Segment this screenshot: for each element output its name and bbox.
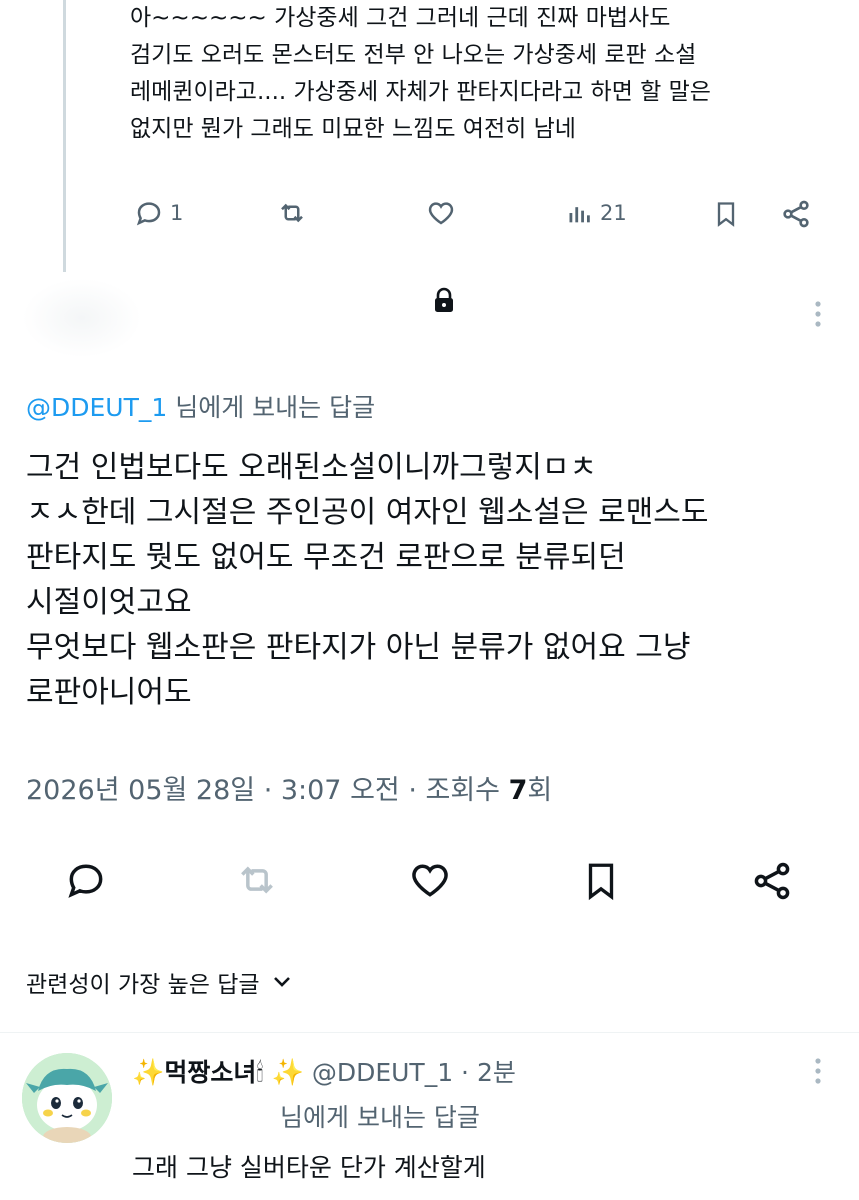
reply-handle-time[interactable]: @DDEUT_1 · 2분 bbox=[312, 1053, 516, 1089]
share-icon bbox=[754, 862, 790, 900]
previous-tweet-line: 레메퀸이라고.... 가상중세 자체가 판타지다라고 하면 할 말은 bbox=[130, 79, 711, 105]
reply-to-suffix: 님에게 보내는 답글 bbox=[167, 393, 376, 422]
thread-line bbox=[63, 0, 66, 272]
previous-tweet-line: 검기도 오러도 몬스터도 전부 안 나오는 가상중세 로판 소설 bbox=[130, 42, 697, 68]
main-tweet-line: 로판아니어도 bbox=[26, 675, 192, 710]
reply-icon bbox=[68, 864, 103, 898]
reply-name-group[interactable]: ✨먹짱소녀🕯 ✨ bbox=[132, 1053, 304, 1089]
reply-button[interactable]: 1 bbox=[134, 198, 183, 228]
previous-tweet-line: 아~~~~~~ 가상중세 그건 그러네 근데 진짜 마법사도 bbox=[130, 5, 671, 31]
views-button[interactable]: 21 bbox=[566, 198, 627, 228]
retweet-icon bbox=[281, 203, 303, 223]
divider bbox=[0, 1032, 859, 1033]
tweet-meta: 2026년 05월 28일 · 3:07 오전 · 조회수 7회 bbox=[26, 768, 552, 807]
analytics-icon bbox=[569, 207, 590, 223]
candle-emoji: 🕯 bbox=[256, 1058, 264, 1087]
share-button[interactable] bbox=[780, 198, 812, 230]
reply-text: 그래 그냥 실버타운 단가 계산할게 bbox=[132, 1153, 486, 1182]
reply-icon bbox=[136, 202, 161, 226]
more-options-icon[interactable] bbox=[808, 298, 828, 334]
main-reply-button[interactable] bbox=[64, 858, 108, 906]
reply-more-options-icon[interactable] bbox=[808, 1055, 828, 1091]
lock-icon bbox=[432, 287, 456, 319]
reply-sort-selector[interactable]: 관련성이 가장 높은 답글 bbox=[26, 965, 292, 999]
view-count: 21 bbox=[600, 201, 627, 225]
main-tweet-line: 무엇보다 웹소판은 판타지가 아닌 분류가 없어요 그냥 bbox=[26, 630, 691, 665]
bookmark-icon bbox=[588, 863, 614, 901]
retweet-icon bbox=[241, 866, 273, 894]
like-button[interactable] bbox=[425, 198, 457, 228]
main-like-button[interactable] bbox=[407, 858, 453, 906]
main-tweet-line: 시절이엇고요 bbox=[26, 585, 192, 620]
main-action-bar bbox=[0, 858, 859, 908]
tweet-view-count: 7 bbox=[508, 775, 528, 806]
sparkle-emoji: ✨ bbox=[132, 1058, 165, 1088]
main-share-button[interactable] bbox=[750, 858, 794, 908]
heart-icon bbox=[412, 864, 448, 897]
bookmark-button[interactable] bbox=[712, 198, 740, 230]
main-tweet-text: 그건 인법보다도 오래된소설이니까그렇지ㅁㅊ ㅈㅅ한데 그시절은 주인공이 여자… bbox=[26, 445, 846, 715]
hidden-avatar bbox=[22, 278, 142, 358]
main-tweet-line: ㅈㅅ한데 그시절은 주인공이 여자인 웹소설은 로맨스도 bbox=[26, 495, 709, 530]
reply-to-handle[interactable]: @DDEUT_1 bbox=[26, 393, 167, 422]
sparkle-emoji: ✨ bbox=[271, 1058, 304, 1088]
reply-count: 1 bbox=[170, 201, 184, 225]
main-retweet-button[interactable] bbox=[234, 858, 280, 906]
tweet-timestamp[interactable]: 2026년 05월 28일 · 3:07 오전 · 조회수 bbox=[26, 775, 509, 806]
reply-sort-label: 관련성이 가장 높은 답글 bbox=[26, 972, 260, 998]
reply-to-label: @DDEUT_1 님에게 보내는 답글 bbox=[26, 388, 375, 424]
tweet-view-suffix: 회 bbox=[527, 775, 553, 806]
reply-display-name: 먹짱소녀 bbox=[164, 1058, 257, 1087]
heart-icon bbox=[428, 202, 454, 225]
main-bookmark-button[interactable] bbox=[580, 858, 622, 908]
main-tweet-line: 판타지도 뭣도 없어도 무조건 로판으로 분류되던 bbox=[26, 540, 626, 575]
chevron-down-icon bbox=[273, 977, 290, 987]
previous-tweet-line: 없지만 뭔가 그래도 미묘한 느낌도 여전히 남네 bbox=[130, 116, 576, 142]
main-tweet-line: 그건 인법보다도 오래된소설이니까그렇지ㅁㅊ bbox=[26, 450, 598, 485]
reply-to-label: 님에게 보내는 답글 bbox=[280, 1103, 480, 1132]
retweet-button[interactable] bbox=[276, 198, 308, 228]
bookmark-icon bbox=[717, 202, 735, 227]
avatar[interactable] bbox=[22, 1053, 112, 1143]
previous-tweet-text: 아~~~~~~ 가상중세 그건 그러네 근데 진짜 마법사도 검기도 오러도 몬… bbox=[130, 0, 840, 148]
share-icon bbox=[783, 200, 809, 228]
reply-header: ✨먹짱소녀🕯 ✨ @DDEUT_1 · 2분 bbox=[132, 1053, 516, 1089]
